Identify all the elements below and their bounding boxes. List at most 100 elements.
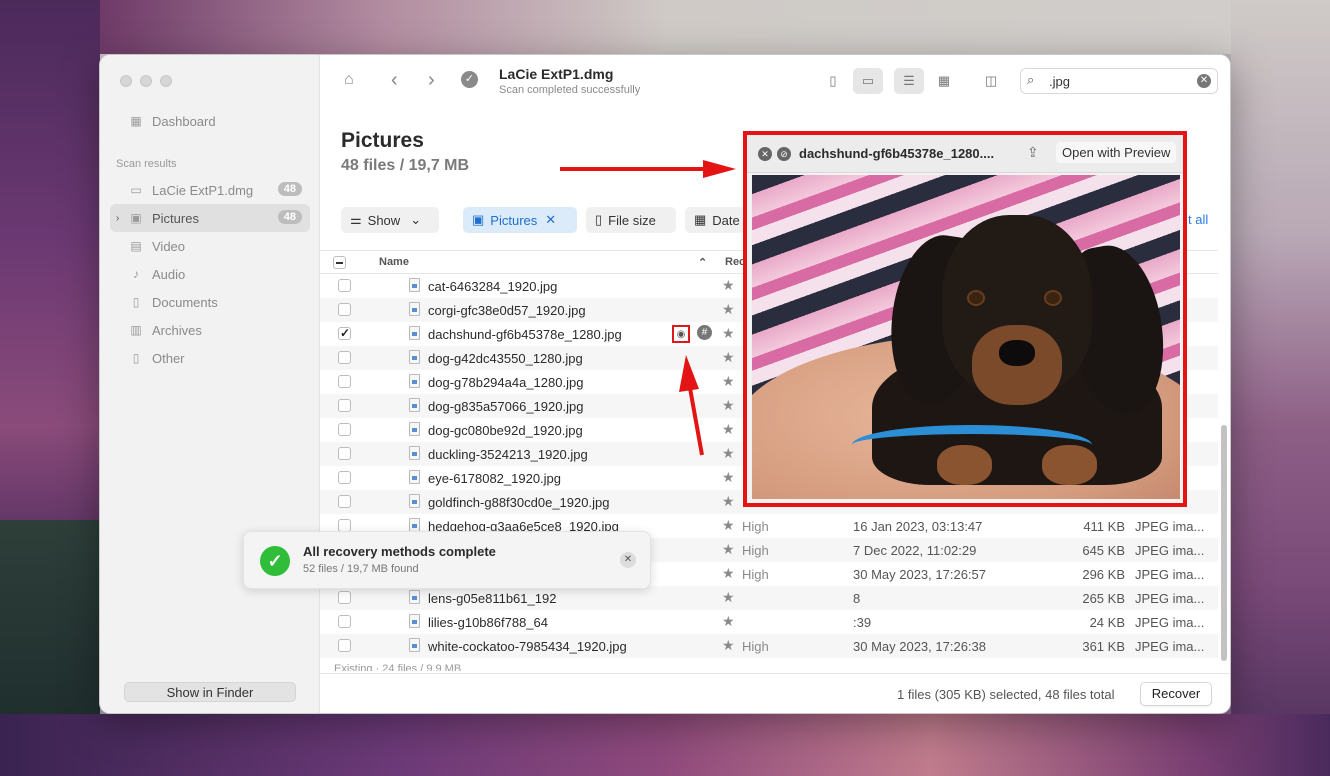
recovery-chance: High bbox=[742, 639, 769, 654]
row-checkbox[interactable] bbox=[338, 639, 351, 652]
close-icon[interactable]: ✕ bbox=[620, 552, 636, 568]
scrollbar[interactable] bbox=[1221, 425, 1227, 661]
search-field[interactable]: ⌕ .jpg ✕ bbox=[1020, 68, 1218, 94]
file-image-icon bbox=[409, 614, 420, 628]
file-image-icon bbox=[409, 590, 420, 604]
clear-search-icon[interactable]: ✕ bbox=[1197, 74, 1211, 88]
star-icon: ★ bbox=[722, 349, 735, 365]
file-view-button[interactable]: ▯ bbox=[818, 68, 848, 94]
star-icon: ★ bbox=[722, 517, 735, 533]
file-image-icon bbox=[409, 326, 420, 340]
file-date: :39 bbox=[853, 615, 872, 630]
dog-eye bbox=[967, 290, 985, 306]
file-date: 30 May 2023, 17:26:57 bbox=[853, 567, 986, 582]
show-in-finder-button[interactable]: Show in Finder bbox=[124, 682, 296, 702]
table-row[interactable]: white-cockatoo-7985434_1920.jpg ★ High 30 M… bbox=[320, 634, 1218, 658]
row-checkbox[interactable] bbox=[338, 303, 351, 316]
file-size: 411 KB bbox=[1083, 519, 1125, 534]
file-size: 296 KB bbox=[1082, 567, 1125, 582]
close-window-button[interactable] bbox=[120, 75, 132, 87]
dog-eye bbox=[1044, 290, 1062, 306]
sidebar-item-label: Audio bbox=[152, 266, 186, 282]
star-icon: ★ bbox=[722, 637, 735, 653]
star-icon: ★ bbox=[722, 421, 735, 437]
date-label: Date bbox=[712, 212, 740, 228]
table-row[interactable]: lilies-g10b86f788_64 ★:39 24 KB JPEG ima... bbox=[320, 610, 1218, 634]
file-image-icon bbox=[409, 446, 420, 460]
row-checkbox[interactable] bbox=[338, 279, 351, 292]
back-button[interactable]: ‹ bbox=[391, 69, 398, 92]
image-icon: ▣ bbox=[130, 211, 142, 225]
zoom-window-button[interactable] bbox=[160, 75, 172, 87]
preview-pane-button[interactable]: ◫ bbox=[976, 68, 1006, 94]
star-icon: ★ bbox=[722, 397, 735, 413]
star-icon: ★ bbox=[722, 541, 735, 557]
star-icon: ★ bbox=[722, 565, 735, 581]
row-checkbox[interactable] bbox=[338, 375, 351, 388]
folder-view-button[interactable]: ▭ bbox=[853, 68, 883, 94]
recover-button[interactable]: Recover bbox=[1140, 682, 1212, 706]
sidebar-item-label: LaCie ExtP1.dmg bbox=[152, 182, 254, 198]
close-icon[interactable]: ✕ bbox=[545, 212, 556, 228]
show-dropdown[interactable]: ⚌ Show ⌄ bbox=[341, 207, 439, 233]
pictures-filter-chip[interactable]: ▣ Pictures ✕ bbox=[463, 207, 577, 233]
home-icon[interactable]: ⌂ bbox=[344, 71, 354, 89]
sidebar-item-documents[interactable]: ▯ Documents bbox=[110, 288, 310, 316]
sidebar-item-drive[interactable]: ▭ LaCie ExtP1.dmg 48 bbox=[110, 176, 310, 204]
music-icon: ♪ bbox=[133, 267, 139, 281]
row-checkbox[interactable] bbox=[338, 399, 351, 412]
file-size: 645 KB bbox=[1082, 543, 1125, 558]
row-checkbox[interactable] bbox=[338, 615, 351, 628]
document-icon: ▯ bbox=[595, 212, 603, 227]
row-checkbox[interactable] bbox=[338, 423, 351, 436]
file-name: dog-g42dc43550_1280.jpg bbox=[428, 351, 583, 366]
sidebar-item-label: Documents bbox=[152, 294, 218, 310]
row-checkbox[interactable] bbox=[338, 447, 351, 460]
column-header-name[interactable]: Name bbox=[379, 256, 409, 268]
sidebar-item-pictures[interactable]: › ▣ Pictures 48 bbox=[110, 204, 310, 232]
file-name: lilies-g10b86f788_64 bbox=[428, 615, 548, 630]
minimize-window-button[interactable] bbox=[140, 75, 152, 87]
select-all-checkbox[interactable] bbox=[333, 256, 346, 269]
open-with-preview-button[interactable]: Open with Preview bbox=[1056, 142, 1177, 163]
row-checkbox[interactable] bbox=[338, 351, 351, 364]
file-name: duckling-3524213_1920.jpg bbox=[428, 447, 588, 462]
sort-arrow-icon[interactable]: ⌃ bbox=[698, 256, 707, 269]
sidebar-item-dashboard[interactable]: ▦ Dashboard bbox=[110, 107, 310, 135]
date-filter[interactable]: ▦ Date bbox=[685, 207, 745, 233]
grid-view-button[interactable]: ▦ bbox=[929, 68, 959, 94]
file-size-filter[interactable]: ▯ File size bbox=[586, 207, 676, 233]
close-icon[interactable]: ✕ bbox=[758, 147, 772, 161]
row-checkbox[interactable] bbox=[338, 591, 351, 604]
window-title: LaCie ExtP1.dmg bbox=[499, 66, 614, 82]
hash-icon[interactable]: # bbox=[697, 325, 712, 340]
table-row[interactable]: lens-g05e811b61_192 ★ 8 265 KB JPEG ima... bbox=[320, 586, 1218, 610]
recovery-chance: High bbox=[742, 543, 769, 558]
forward-button[interactable]: › bbox=[428, 69, 435, 92]
sidebar-item-archives[interactable]: ▥ Archives bbox=[110, 316, 310, 344]
sidebar-item-label: Video bbox=[152, 238, 186, 254]
sidebar-item-video[interactable]: ▤ Video bbox=[110, 232, 310, 260]
sidebar-item-audio[interactable]: ♪ Audio bbox=[110, 260, 310, 288]
share-icon[interactable]: ⇪ bbox=[1027, 144, 1039, 161]
select-all-link[interactable]: t all bbox=[1188, 212, 1208, 227]
calendar-icon: ▦ bbox=[694, 212, 707, 227]
search-input[interactable]: .jpg bbox=[1049, 74, 1070, 89]
eye-icon[interactable]: ◉ bbox=[672, 325, 690, 343]
image-icon: ▣ bbox=[472, 212, 485, 227]
existing-group[interactable]: Existing · 24 files / 9,9 MB bbox=[334, 663, 461, 671]
document-icon: ▯ bbox=[132, 295, 140, 309]
row-checkbox[interactable] bbox=[338, 495, 351, 508]
row-checkbox[interactable] bbox=[338, 471, 351, 484]
video-icon: ▤ bbox=[130, 239, 142, 253]
list-view-button[interactable]: ☰ bbox=[894, 68, 924, 94]
footer-bar: 1 files (305 KB) selected, 48 files tota… bbox=[320, 673, 1230, 713]
file-image-icon bbox=[409, 470, 420, 484]
file-date: 8 bbox=[853, 591, 861, 606]
sidebar-item-other[interactable]: ▯ Other bbox=[110, 344, 310, 372]
file-type: JPEG ima... bbox=[1135, 639, 1205, 654]
row-checkbox[interactable] bbox=[338, 326, 351, 340]
chevron-right-icon[interactable]: › bbox=[116, 213, 119, 224]
file-size: 24 KB bbox=[1089, 615, 1125, 630]
fullscreen-icon[interactable]: ⊘ bbox=[777, 147, 791, 161]
